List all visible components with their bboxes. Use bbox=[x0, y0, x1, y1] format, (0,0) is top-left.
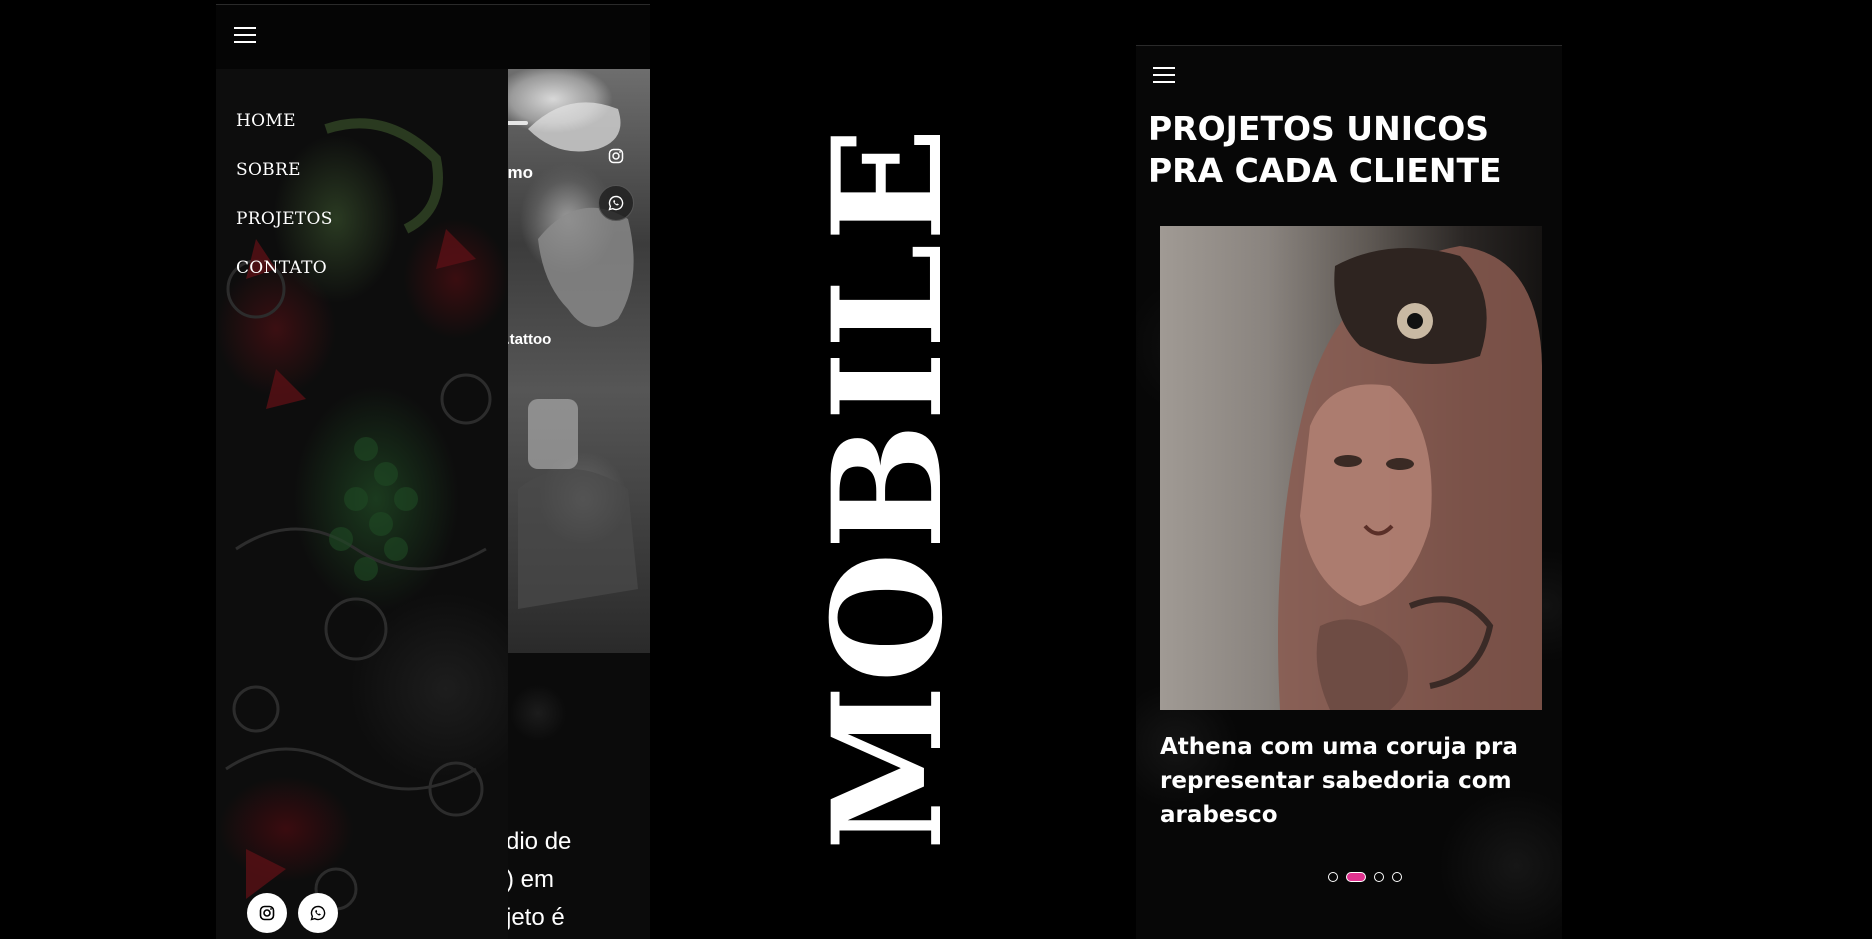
mobile-section-title: MOBILE bbox=[800, 125, 976, 851]
menu-toggle-button[interactable] bbox=[234, 27, 256, 44]
side-navigation-drawer: HOME SOBRE PROJETOS CONTATO bbox=[216, 69, 508, 939]
left-top-bar bbox=[216, 5, 650, 69]
instagram-icon bbox=[259, 905, 275, 921]
drawer-menu: HOME SOBRE PROJETOS CONTATO bbox=[236, 109, 333, 305]
drawer-instagram-button[interactable] bbox=[247, 893, 287, 933]
side-instagram-button[interactable] bbox=[599, 139, 633, 173]
carousel-dot-1[interactable] bbox=[1328, 872, 1338, 882]
left-phone-mockup: smo z.tattoo dio de ) em jeto é HOME SOB… bbox=[216, 4, 650, 939]
project-slide-image bbox=[1160, 226, 1542, 710]
drawer-whatsapp-button[interactable] bbox=[298, 893, 338, 933]
owl-woman-tattoo-illustration bbox=[1278, 246, 1542, 710]
hamburger-icon bbox=[1153, 67, 1175, 69]
whatsapp-icon bbox=[310, 905, 326, 921]
projects-heading: PROJETOS UNICOS PRA CADA CLIENTE bbox=[1148, 109, 1502, 190]
menu-item-sobre[interactable]: SOBRE bbox=[236, 158, 333, 207]
hamburger-icon bbox=[234, 27, 256, 29]
menu-toggle-button[interactable] bbox=[1153, 67, 1175, 84]
carousel-pagination bbox=[1328, 872, 1402, 882]
menu-item-home[interactable]: HOME bbox=[236, 109, 333, 158]
whatsapp-icon bbox=[608, 195, 624, 211]
side-whatsapp-button[interactable] bbox=[598, 185, 634, 221]
hero-paragraph-partial: dio de ) em jeto é bbox=[506, 828, 572, 931]
carousel-dot-4[interactable] bbox=[1392, 872, 1402, 882]
menu-item-projetos[interactable]: PROJETOS bbox=[236, 207, 333, 256]
slide-caption: Athena com uma coruja pra representar sa… bbox=[1160, 734, 1518, 828]
carousel-dot-2-active[interactable] bbox=[1346, 872, 1366, 882]
instagram-icon bbox=[608, 148, 624, 164]
carousel-dot-3[interactable] bbox=[1374, 872, 1384, 882]
right-phone-mockup: PROJETOS UNICOS PRA CADA CLIENTE Athena … bbox=[1136, 45, 1562, 939]
menu-item-contato[interactable]: CONTATO bbox=[236, 256, 333, 305]
